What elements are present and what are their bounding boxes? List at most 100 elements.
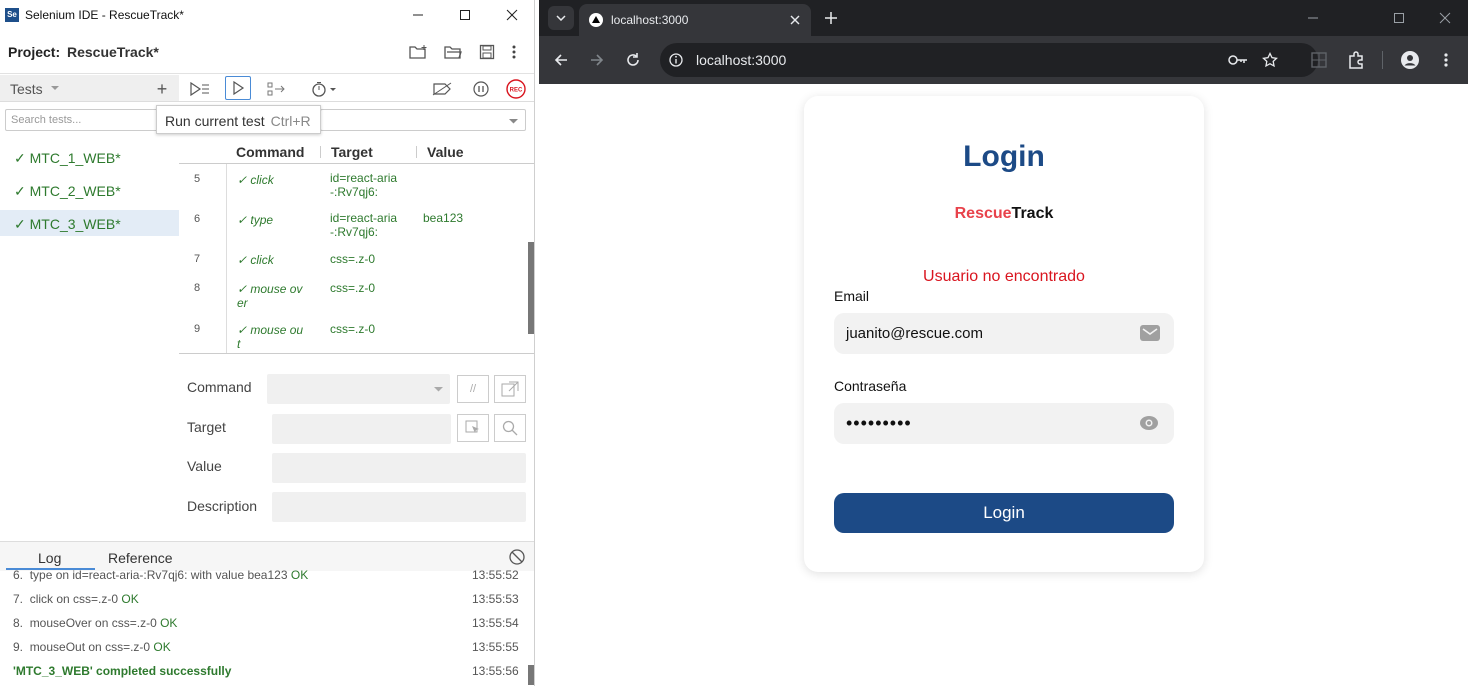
open-folder-icon bbox=[444, 46, 462, 59]
maximize-icon bbox=[460, 10, 470, 20]
log-time: 13:55:52 bbox=[472, 568, 519, 582]
kebab-menu-icon bbox=[1444, 53, 1448, 67]
save-project-button[interactable] bbox=[476, 42, 498, 62]
target-input[interactable] bbox=[272, 414, 451, 444]
select-target-button[interactable] bbox=[457, 414, 489, 442]
row-number: 7 bbox=[194, 253, 201, 265]
reload-icon bbox=[627, 53, 639, 66]
row-target: css=.z-0 bbox=[330, 281, 376, 295]
password-field[interactable]: ••••••••• bbox=[834, 403, 1174, 444]
speed-button[interactable] bbox=[309, 78, 339, 100]
more-options-button[interactable] bbox=[506, 42, 522, 62]
minimize-button[interactable] bbox=[395, 0, 441, 30]
extension-button[interactable] bbox=[1309, 50, 1329, 70]
log-text: click on css=.z-0 bbox=[29, 592, 119, 606]
command-select[interactable] bbox=[267, 374, 450, 404]
description-input[interactable] bbox=[272, 492, 526, 522]
row-command: ✓ mouse ou t bbox=[237, 323, 304, 351]
close-button[interactable] bbox=[489, 0, 534, 30]
step-icon bbox=[267, 82, 285, 96]
eye-icon[interactable] bbox=[1139, 415, 1159, 431]
column-command: Command bbox=[236, 144, 305, 160]
back-arrow-icon bbox=[554, 54, 567, 66]
pause-on-exceptions-button[interactable] bbox=[470, 78, 492, 100]
row-command: ✓ type bbox=[237, 213, 274, 227]
selenium-ide-window: Se Selenium IDE - RescueTrack* Project: … bbox=[0, 0, 535, 686]
comment-toggle-button[interactable]: // bbox=[457, 375, 489, 403]
login-title: Login bbox=[963, 140, 1045, 173]
address-bar[interactable]: localhost:3000 bbox=[660, 43, 1318, 77]
chrome-tab-bar: localhost:3000 bbox=[539, 0, 1468, 36]
row-number: 9 bbox=[194, 323, 201, 335]
tab-log[interactable]: Log bbox=[38, 550, 61, 566]
select-target-icon bbox=[465, 420, 479, 433]
step-over-button[interactable] bbox=[265, 78, 287, 100]
log-scrollbar[interactable] bbox=[528, 665, 534, 685]
log-text: type on id=react-aria-:Rv7qj6: with valu… bbox=[29, 568, 288, 582]
close-window-button[interactable] bbox=[1435, 8, 1455, 28]
brand-part-track: Track bbox=[1011, 205, 1054, 222]
open-project-button[interactable] bbox=[442, 42, 464, 62]
forward-button[interactable] bbox=[587, 50, 607, 70]
tooltip-text: Run current test bbox=[165, 113, 265, 129]
row-command: ✓ click bbox=[237, 253, 274, 267]
clear-log-button[interactable] bbox=[507, 547, 527, 567]
pause-icon bbox=[473, 81, 489, 97]
bookmark-star-icon[interactable] bbox=[1262, 52, 1278, 68]
base-url-dropdown[interactable] bbox=[320, 109, 526, 131]
close-tab-icon[interactable] bbox=[790, 15, 800, 25]
password-key-icon[interactable] bbox=[1228, 53, 1248, 67]
tests-header: Tests + bbox=[0, 75, 179, 102]
clear-icon bbox=[509, 549, 525, 565]
minimize-button[interactable] bbox=[1303, 8, 1323, 28]
log-entry: 7. click on css=.z-0 OK bbox=[13, 592, 518, 606]
test-item[interactable]: ✓ MTC_1_WEB* bbox=[0, 144, 179, 170]
test-name: MTC_3_WEB* bbox=[29, 216, 121, 232]
reload-button[interactable] bbox=[623, 50, 643, 70]
command-label: Command bbox=[187, 379, 252, 395]
password-label: Contraseña bbox=[834, 378, 907, 394]
chrome-menu-button[interactable] bbox=[1438, 50, 1454, 70]
extensions-button[interactable] bbox=[1346, 50, 1366, 70]
row-target: css=.z-0 bbox=[330, 322, 376, 336]
svg-text:REC: REC bbox=[510, 88, 523, 94]
test-item[interactable]: ✓ MTC_2_WEB* bbox=[0, 177, 179, 203]
search-icon bbox=[502, 420, 518, 436]
add-test-button[interactable]: + bbox=[152, 79, 172, 99]
project-name[interactable]: RescueTrack* bbox=[67, 44, 159, 60]
disable-breakpoints-button[interactable] bbox=[431, 78, 453, 100]
tab-search-button[interactable] bbox=[548, 6, 574, 30]
new-project-button[interactable] bbox=[407, 42, 429, 62]
row-number: 5 bbox=[194, 173, 201, 185]
test-item-selected[interactable]: ✓ MTC_3_WEB* bbox=[0, 210, 179, 236]
commands-scrollbar[interactable] bbox=[528, 242, 534, 334]
column-divider bbox=[320, 146, 321, 158]
envelope-icon bbox=[1140, 325, 1160, 341]
comment-icon: // bbox=[469, 383, 477, 395]
profile-avatar-icon bbox=[1401, 51, 1419, 69]
log-status: OK bbox=[121, 592, 139, 606]
open-reference-button[interactable] bbox=[494, 375, 526, 403]
email-field[interactable]: juanito@rescue.com bbox=[834, 313, 1174, 354]
find-target-button[interactable] bbox=[494, 414, 526, 442]
chevron-down-icon bbox=[556, 15, 566, 21]
run-all-tests-button[interactable] bbox=[187, 78, 213, 100]
value-input[interactable] bbox=[272, 453, 526, 483]
search-tests-input[interactable]: Search tests... bbox=[5, 109, 173, 131]
maximize-button[interactable] bbox=[1389, 8, 1409, 28]
record-button[interactable]: REC bbox=[505, 78, 527, 100]
log-status: OK bbox=[160, 616, 178, 630]
forward-arrow-icon bbox=[591, 54, 604, 66]
page-viewport: Login RescueTrack Usuario no encontrado … bbox=[539, 84, 1468, 686]
column-divider bbox=[416, 146, 417, 158]
login-button[interactable]: Login bbox=[834, 493, 1174, 533]
tests-dropdown[interactable]: Tests bbox=[10, 81, 43, 97]
back-button[interactable] bbox=[551, 50, 571, 70]
browser-tab[interactable]: localhost:3000 bbox=[579, 4, 811, 36]
new-tab-button[interactable] bbox=[821, 8, 841, 28]
maximize-button[interactable] bbox=[442, 0, 488, 30]
run-current-test-button[interactable] bbox=[225, 76, 251, 100]
profile-button[interactable] bbox=[1399, 49, 1421, 71]
brand-logo-text: RescueTrack bbox=[804, 205, 1204, 223]
tab-reference[interactable]: Reference bbox=[108, 550, 173, 566]
